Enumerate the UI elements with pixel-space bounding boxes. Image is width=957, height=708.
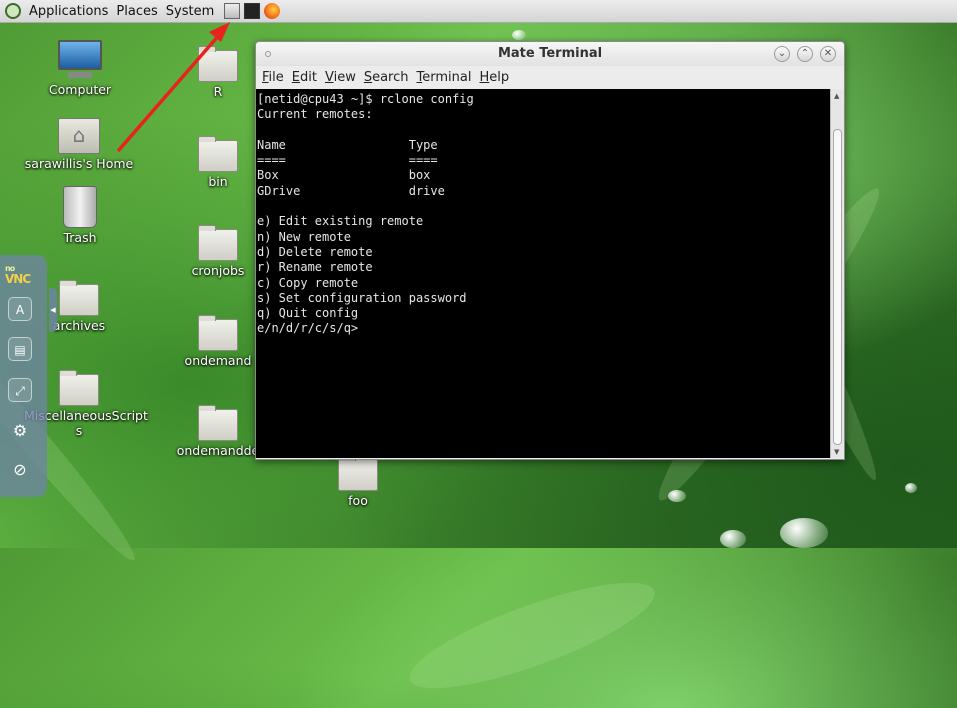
close-button[interactable]: ✕	[820, 46, 836, 62]
folder-icon	[59, 370, 99, 406]
scrollbar-thumb[interactable]	[833, 129, 842, 445]
keyboard-extra-keys-icon[interactable]: A	[8, 297, 32, 321]
terminal-line: c) Copy remote	[257, 275, 359, 290]
top-panel: Applications Places System	[0, 0, 957, 23]
novnc-logo: no VNC	[5, 264, 31, 286]
terminal-line: Name Type	[257, 137, 438, 152]
terminal-line: e) Edit existing remote	[257, 214, 424, 229]
terminal-scrollbar[interactable]: ▲ ▼	[830, 89, 844, 458]
menu-applications[interactable]: Applications	[25, 4, 112, 19]
window-title: Mate Terminal	[497, 46, 603, 61]
folder-icon	[198, 315, 238, 351]
menu-view[interactable]: View	[321, 70, 360, 85]
terminal-line: n) New remote	[257, 229, 351, 244]
folder-icon	[198, 46, 238, 82]
folder-icon	[198, 136, 238, 172]
terminal-line: Box box	[257, 168, 431, 183]
computer-icon	[58, 40, 102, 80]
folder-icon	[198, 405, 238, 441]
folder-icon	[59, 280, 99, 316]
desktop-icon-foo[interactable]: foo	[303, 455, 413, 508]
clipboard-icon[interactable]: ▤	[8, 337, 32, 361]
novnc-control-bar: no VNC A ▤ ⤢ ⚙ ⊘	[0, 255, 47, 497]
terminal-line: [netid@cpu43 ~]$ rclone config	[257, 92, 474, 106]
trash-icon	[63, 186, 97, 228]
folder-icon	[198, 225, 238, 261]
menu-terminal[interactable]: Terminal	[413, 70, 476, 85]
scroll-down-icon[interactable]: ▼	[834, 448, 839, 456]
disconnect-icon[interactable]: ⊘	[8, 458, 32, 482]
terminal-menubar: File Edit View Search Terminal Help	[256, 66, 844, 88]
novnc-handle[interactable]: ◀	[49, 288, 57, 332]
menu-file[interactable]: File	[258, 70, 288, 85]
menu-system[interactable]: System	[162, 4, 218, 19]
terminal-line: GDrive drive	[257, 183, 445, 198]
desktop-icon-trash[interactable]: Trash	[25, 186, 135, 245]
terminal-line: Current remotes:	[257, 107, 373, 122]
terminal-line: r) Rename remote	[257, 260, 373, 275]
files-icon[interactable]	[224, 3, 241, 19]
terminal-screen[interactable]: [netid@cpu43 ~]$ rclone config Current re…	[256, 89, 830, 458]
desktop-icon-computer[interactable]: Computer	[25, 40, 135, 97]
menu-places[interactable]: Places	[112, 4, 161, 19]
settings-gear-icon[interactable]: ⚙	[8, 419, 32, 443]
terminal-titlebar[interactable]: Mate Terminal ⌄ ⌃ ✕	[256, 42, 844, 66]
firefox-icon[interactable]	[264, 3, 281, 19]
menu-edit[interactable]: Edit	[288, 70, 321, 85]
terminal-line: s) Set configuration password	[257, 290, 467, 305]
terminal-line: ==== ====	[257, 153, 438, 168]
terminal-window: Mate Terminal ⌄ ⌃ ✕ File Edit View Searc…	[255, 41, 845, 460]
menu-search[interactable]: Search	[360, 70, 413, 85]
scroll-up-icon[interactable]: ▲	[834, 92, 839, 100]
menu-help[interactable]: Help	[475, 70, 513, 85]
terminal-line: q) Quit config	[257, 306, 359, 321]
maximize-button[interactable]: ⌃	[797, 46, 813, 62]
minimize-button[interactable]: ⌄	[774, 46, 790, 62]
folder-icon	[338, 455, 378, 491]
terminal-line: d) Delete remote	[257, 244, 373, 259]
terminal-icon[interactable]	[244, 3, 261, 19]
fullscreen-icon[interactable]: ⤢	[8, 378, 32, 402]
desktop-icon-home[interactable]: sarawillis's Home	[24, 118, 134, 171]
terminal-prompt-line: e/n/d/r/c/s/q>	[257, 321, 359, 336]
mate-logo-icon[interactable]	[5, 3, 21, 19]
home-folder-icon	[58, 118, 100, 154]
